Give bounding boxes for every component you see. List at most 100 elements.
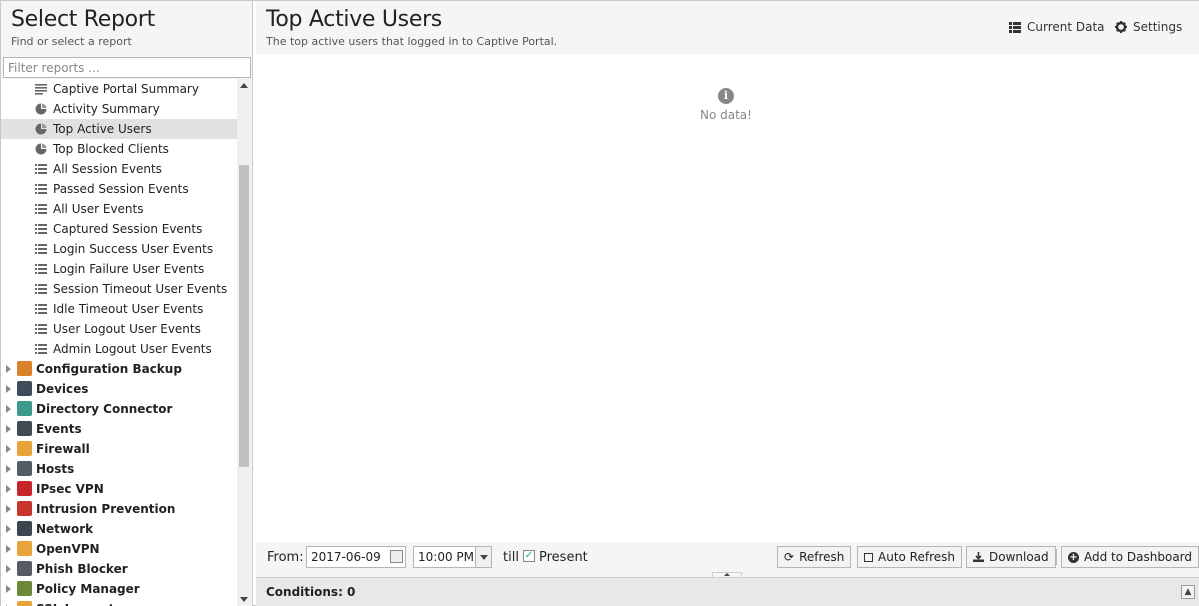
- auto-refresh-label: Auto Refresh: [878, 550, 955, 564]
- filter-reports-input[interactable]: [3, 57, 251, 78]
- scroll-down-arrow-icon[interactable]: [240, 597, 248, 602]
- report-item[interactable]: Idle Timeout User Events: [1, 299, 237, 319]
- app-category-label: OpenVPN: [36, 542, 100, 556]
- auto-refresh-button[interactable]: Auto Refresh: [857, 546, 962, 568]
- expand-arrow-icon[interactable]: [6, 525, 11, 533]
- no-data-message: i No data!: [696, 88, 756, 122]
- report-item-label: All Session Events: [53, 162, 162, 176]
- expand-arrow-icon[interactable]: [6, 545, 11, 553]
- text-lines-icon: [35, 82, 53, 96]
- from-label: From:: [267, 550, 304, 565]
- checkbox-square-icon: [864, 552, 873, 562]
- from-date-field[interactable]: 2017-06-09: [306, 546, 406, 568]
- refresh-button[interactable]: ⟳ Refresh: [777, 546, 852, 568]
- from-date-value: 2017-06-09: [311, 550, 381, 564]
- report-item[interactable]: Top Active Users: [1, 119, 237, 139]
- app-category[interactable]: Events: [1, 419, 237, 439]
- scroll-thumb[interactable]: [239, 165, 249, 467]
- openvpn-icon: [17, 541, 32, 556]
- expand-arrow-icon[interactable]: [6, 365, 11, 373]
- calendar-icon[interactable]: [390, 550, 403, 563]
- refresh-label: Refresh: [799, 550, 845, 564]
- app-category[interactable]: Configuration Backup: [1, 359, 237, 379]
- app-category[interactable]: SSL Inspector: [1, 599, 237, 606]
- app-category-label: Network: [36, 522, 94, 536]
- report-item[interactable]: Captive Portal Summary: [1, 79, 237, 99]
- phish-blocker-icon: [17, 561, 32, 576]
- report-item[interactable]: All User Events: [1, 199, 237, 219]
- report-header: Top Active Users The top active users th…: [256, 1, 1199, 54]
- expand-arrow-icon[interactable]: [6, 405, 11, 413]
- expand-arrow-icon[interactable]: [6, 485, 11, 493]
- settings-button[interactable]: Settings: [1115, 20, 1182, 34]
- app-category-label: Hosts: [36, 462, 75, 476]
- toolbar-separator: [1056, 549, 1057, 565]
- expand-arrow-icon[interactable]: [6, 445, 11, 453]
- app-category[interactable]: Phish Blocker: [1, 559, 237, 579]
- left-header: Select Report Find or select a report: [1, 1, 252, 56]
- expand-arrow-icon[interactable]: [6, 425, 11, 433]
- report-item[interactable]: Session Timeout User Events: [1, 279, 237, 299]
- app-category[interactable]: Network: [1, 519, 237, 539]
- report-content-area: i No data!: [256, 54, 1199, 542]
- app-category[interactable]: IPsec VPN: [1, 479, 237, 499]
- pie-chart-icon: [35, 142, 53, 156]
- app-category-label: Policy Manager: [36, 582, 140, 596]
- expand-conditions-icon[interactable]: ▲: [1181, 585, 1195, 599]
- present-label: Present: [539, 550, 588, 565]
- report-item[interactable]: All Session Events: [1, 159, 237, 179]
- list-icon: [35, 282, 53, 296]
- gear-icon: [1115, 21, 1127, 33]
- report-item[interactable]: Activity Summary: [1, 99, 237, 119]
- report-item[interactable]: Admin Logout User Events: [1, 339, 237, 359]
- app-category[interactable]: Devices: [1, 379, 237, 399]
- report-description: The top active users that logged in to C…: [266, 35, 558, 48]
- report-item-label: All User Events: [53, 202, 144, 216]
- hosts-icon: [17, 461, 32, 476]
- app-category-label: Directory Connector: [36, 402, 173, 416]
- list-icon: [1009, 21, 1021, 33]
- from-time-field[interactable]: 10:00 PM: [413, 546, 492, 568]
- list-icon: [35, 182, 53, 196]
- ipsec-lock-icon: [17, 481, 32, 496]
- tree-scrollbar[interactable]: [237, 79, 251, 606]
- expand-arrow-icon[interactable]: [6, 585, 11, 593]
- report-item[interactable]: Login Success User Events: [1, 239, 237, 259]
- report-item[interactable]: Top Blocked Clients: [1, 139, 237, 159]
- expand-arrow-icon[interactable]: [6, 385, 11, 393]
- report-tree: Captive Portal Summary Activity Summary To…: [1, 79, 237, 606]
- app-category-label: Phish Blocker: [36, 562, 128, 576]
- report-item[interactable]: Captured Session Events: [1, 219, 237, 239]
- expand-arrow-icon[interactable]: [6, 465, 11, 473]
- app-category-label: Firewall: [36, 442, 90, 456]
- add-to-dashboard-button[interactable]: + Add to Dashboard: [1061, 546, 1199, 568]
- panel-title: Select Report: [11, 7, 155, 32]
- conditions-label: Conditions: 0: [266, 585, 356, 599]
- time-dropdown-chevron-icon[interactable]: [475, 547, 491, 567]
- expand-arrow-icon[interactable]: [6, 505, 11, 513]
- current-data-button[interactable]: Current Data: [1009, 20, 1105, 34]
- no-data-text: No data!: [700, 108, 752, 122]
- app-category[interactable]: OpenVPN: [1, 539, 237, 559]
- app-category[interactable]: Hosts: [1, 459, 237, 479]
- report-item[interactable]: User Logout User Events: [1, 319, 237, 339]
- app-category[interactable]: Directory Connector: [1, 399, 237, 419]
- app-category[interactable]: Policy Manager: [1, 579, 237, 599]
- app-category-label: IPsec VPN: [36, 482, 104, 496]
- app-category[interactable]: Intrusion Prevention: [1, 499, 237, 519]
- app-category-label: SSL Inspector: [36, 602, 128, 606]
- report-item[interactable]: Passed Session Events: [1, 179, 237, 199]
- expand-arrow-icon[interactable]: [6, 565, 11, 573]
- pie-chart-icon: [35, 102, 53, 116]
- app-category[interactable]: Firewall: [1, 439, 237, 459]
- download-button[interactable]: Download: [966, 546, 1056, 568]
- events-icon: [17, 421, 32, 436]
- conditions-bar[interactable]: Conditions: 0 ▲: [256, 577, 1199, 606]
- ssl-inspector-icon: [17, 601, 32, 606]
- list-icon: [35, 322, 53, 336]
- present-checkbox[interactable]: ✓: [523, 550, 535, 562]
- scroll-up-arrow-icon[interactable]: [240, 83, 248, 88]
- list-icon: [35, 262, 53, 276]
- report-selector-panel: Select Report Find or select a report Ca…: [1, 1, 253, 606]
- report-item[interactable]: Login Failure User Events: [1, 259, 237, 279]
